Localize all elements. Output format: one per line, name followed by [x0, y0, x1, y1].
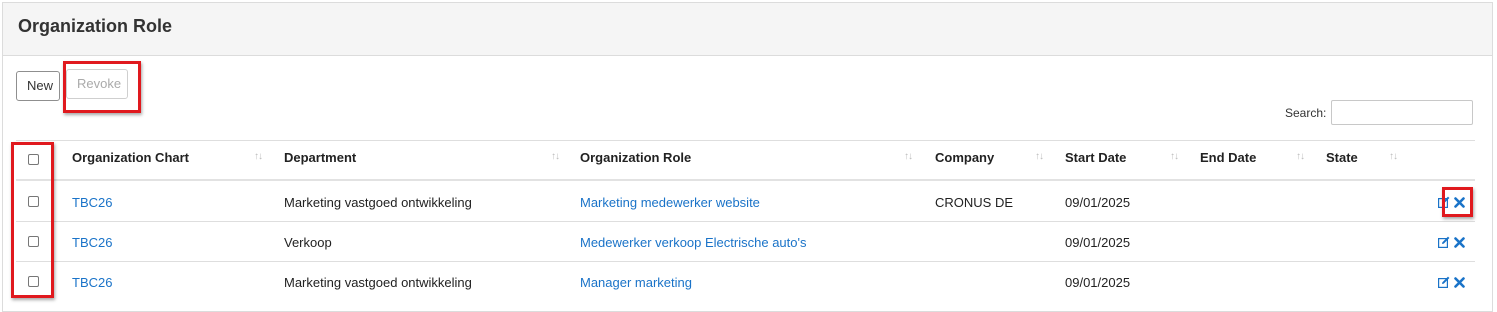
company-cell: CRONUS DE — [935, 195, 1014, 210]
revoke-button[interactable]: Revoke — [66, 69, 128, 99]
sort-icon[interactable]: ↑↓ — [551, 151, 560, 162]
column-header-start-date[interactable]: Start Date — [1065, 150, 1126, 165]
table-top-border — [16, 140, 1475, 141]
select-all-checkbox[interactable] — [28, 154, 39, 165]
row-checkbox[interactable] — [28, 236, 39, 247]
column-header-organization-chart[interactable]: Organization Chart — [72, 150, 189, 165]
column-header-state[interactable]: State — [1326, 150, 1358, 165]
sort-icon[interactable]: ↑↓ — [254, 151, 263, 162]
column-header-company[interactable]: Company — [935, 150, 994, 165]
close-icon[interactable] — [1454, 237, 1466, 249]
edit-icon[interactable] — [1438, 236, 1450, 248]
row-checkbox[interactable] — [28, 196, 39, 207]
start-date-cell: 09/01/2025 — [1065, 275, 1131, 290]
panel-header: Organization Role — [3, 3, 1492, 56]
new-button[interactable]: New — [16, 71, 60, 101]
table-header-border — [16, 179, 1475, 181]
organization-role-link[interactable]: Marketing medewerker website — [580, 195, 760, 210]
column-header-department[interactable]: Department — [284, 150, 356, 165]
sort-icon[interactable]: ↑↓ — [1035, 151, 1044, 162]
organization-role-panel: Organization Role — [2, 2, 1493, 312]
edit-icon[interactable] — [1438, 276, 1450, 288]
organization-chart-link[interactable]: TBC26 — [72, 275, 112, 290]
sort-icon[interactable]: ↑↓ — [1389, 151, 1398, 162]
close-icon[interactable] — [1454, 277, 1466, 289]
row-checkbox[interactable] — [28, 276, 39, 287]
start-date-cell: 09/01/2025 — [1065, 195, 1131, 210]
sort-icon[interactable]: ↑↓ — [904, 151, 913, 162]
search-label: Search: — [1285, 106, 1327, 120]
organization-chart-link[interactable]: TBC26 — [72, 195, 112, 210]
organization-role-link[interactable]: Medewerker verkoop Electrische auto's — [580, 235, 806, 250]
close-icon[interactable] — [1454, 197, 1466, 209]
column-header-end-date[interactable]: End Date — [1200, 150, 1256, 165]
organization-role-link[interactable]: Manager marketing — [580, 275, 692, 290]
sort-icon[interactable]: ↑↓ — [1296, 151, 1305, 162]
sort-icon[interactable]: ↑↓ — [1170, 151, 1179, 162]
row-divider — [16, 221, 1475, 222]
row-divider — [16, 261, 1475, 262]
department-cell: Marketing vastgoed ontwikkeling — [284, 275, 472, 290]
page-title: Organization Role — [18, 16, 173, 36]
search-input[interactable] — [1331, 100, 1473, 125]
organization-chart-link[interactable]: TBC26 — [72, 235, 112, 250]
edit-icon[interactable] — [1438, 196, 1450, 208]
column-header-organization-role[interactable]: Organization Role — [580, 150, 691, 165]
start-date-cell: 09/01/2025 — [1065, 235, 1131, 250]
department-cell: Marketing vastgoed ontwikkeling — [284, 195, 472, 210]
department-cell: Verkoop — [284, 235, 332, 250]
